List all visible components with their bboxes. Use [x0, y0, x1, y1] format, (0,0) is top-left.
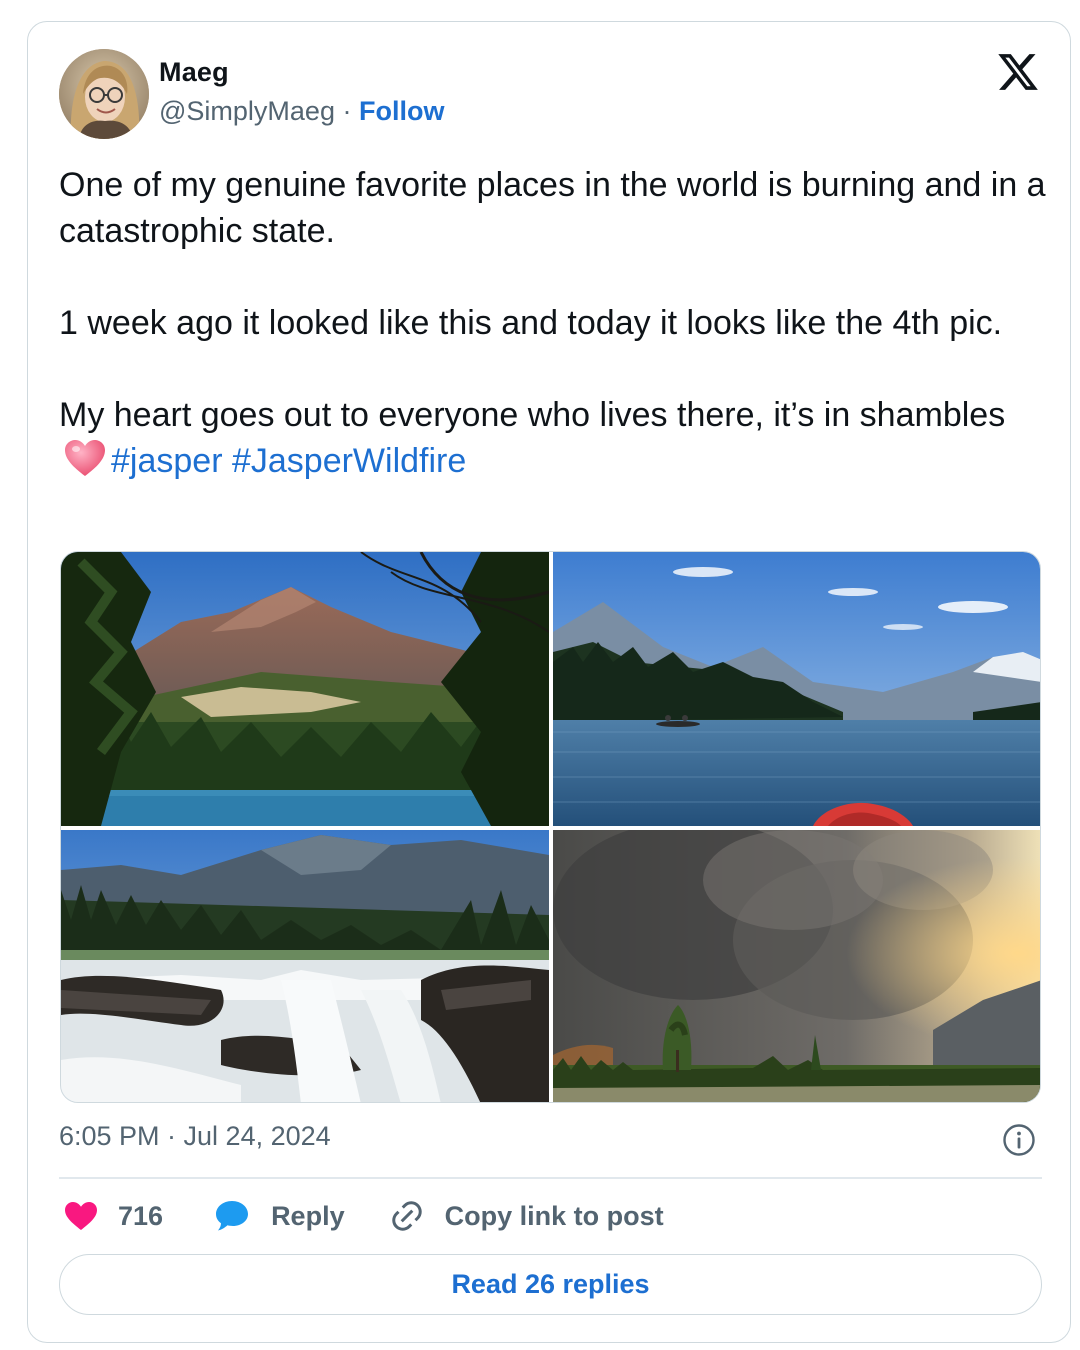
- info-icon[interactable]: [1002, 1123, 1036, 1157]
- wildfire-smoke-photo[interactable]: [553, 830, 1040, 1102]
- reply-bubble-icon: [216, 1201, 249, 1231]
- separator: ·: [334, 96, 359, 126]
- copy-link-label: Copy link to post: [444, 1200, 664, 1231]
- heart-emoji: [63, 438, 107, 478]
- avatar[interactable]: [59, 49, 149, 139]
- reply-label: Reply: [271, 1200, 345, 1231]
- post-paragraph-2: 1 week ago it looked like this and today…: [59, 304, 1003, 342]
- copy-link-button[interactable]: Copy link to post: [389, 1198, 664, 1234]
- link-icon: [391, 1201, 422, 1231]
- reply-button[interactable]: Reply: [215, 1200, 345, 1232]
- handle-row: @SimplyMaeg · Follow: [159, 96, 444, 127]
- like-button[interactable]: 716: [64, 1201, 163, 1232]
- post-card: Maeg @SimplyMaeg · Follow One of my genu…: [27, 21, 1071, 1343]
- follow-button[interactable]: Follow: [359, 96, 444, 126]
- heart-icon: [65, 1202, 97, 1230]
- divider: [59, 1177, 1042, 1179]
- media-grid: [60, 551, 1041, 1103]
- lake-kayak-photo[interactable]: [553, 552, 1040, 826]
- hashtag-jasper[interactable]: #jasper: [111, 442, 223, 480]
- handle[interactable]: @SimplyMaeg: [159, 96, 335, 126]
- post-paragraph-3-text: My heart goes out to everyone who lives …: [59, 396, 1006, 434]
- x-logo-icon[interactable]: [996, 50, 1040, 94]
- read-replies-button[interactable]: Read 26 replies: [59, 1254, 1042, 1315]
- action-bar: 716 Reply Copy link to post: [64, 1196, 664, 1236]
- post-paragraph-1: One of my genuine favorite places in the…: [59, 166, 1046, 250]
- avatar-image: [59, 49, 149, 139]
- waterfall-photo[interactable]: [61, 830, 549, 1102]
- mountain-forest-lake-photo[interactable]: [61, 552, 549, 826]
- display-name[interactable]: Maeg: [159, 57, 229, 88]
- post-paragraph-3: My heart goes out to everyone who lives …: [59, 392, 1049, 484]
- like-count: 716: [118, 1200, 164, 1231]
- hashtag-jasper-wildfire[interactable]: #JasperWildfire: [232, 442, 466, 480]
- post-text: One of my genuine favorite places in the…: [59, 162, 1049, 484]
- post-timestamp[interactable]: 6:05 PM · Jul 24, 2024: [59, 1121, 331, 1152]
